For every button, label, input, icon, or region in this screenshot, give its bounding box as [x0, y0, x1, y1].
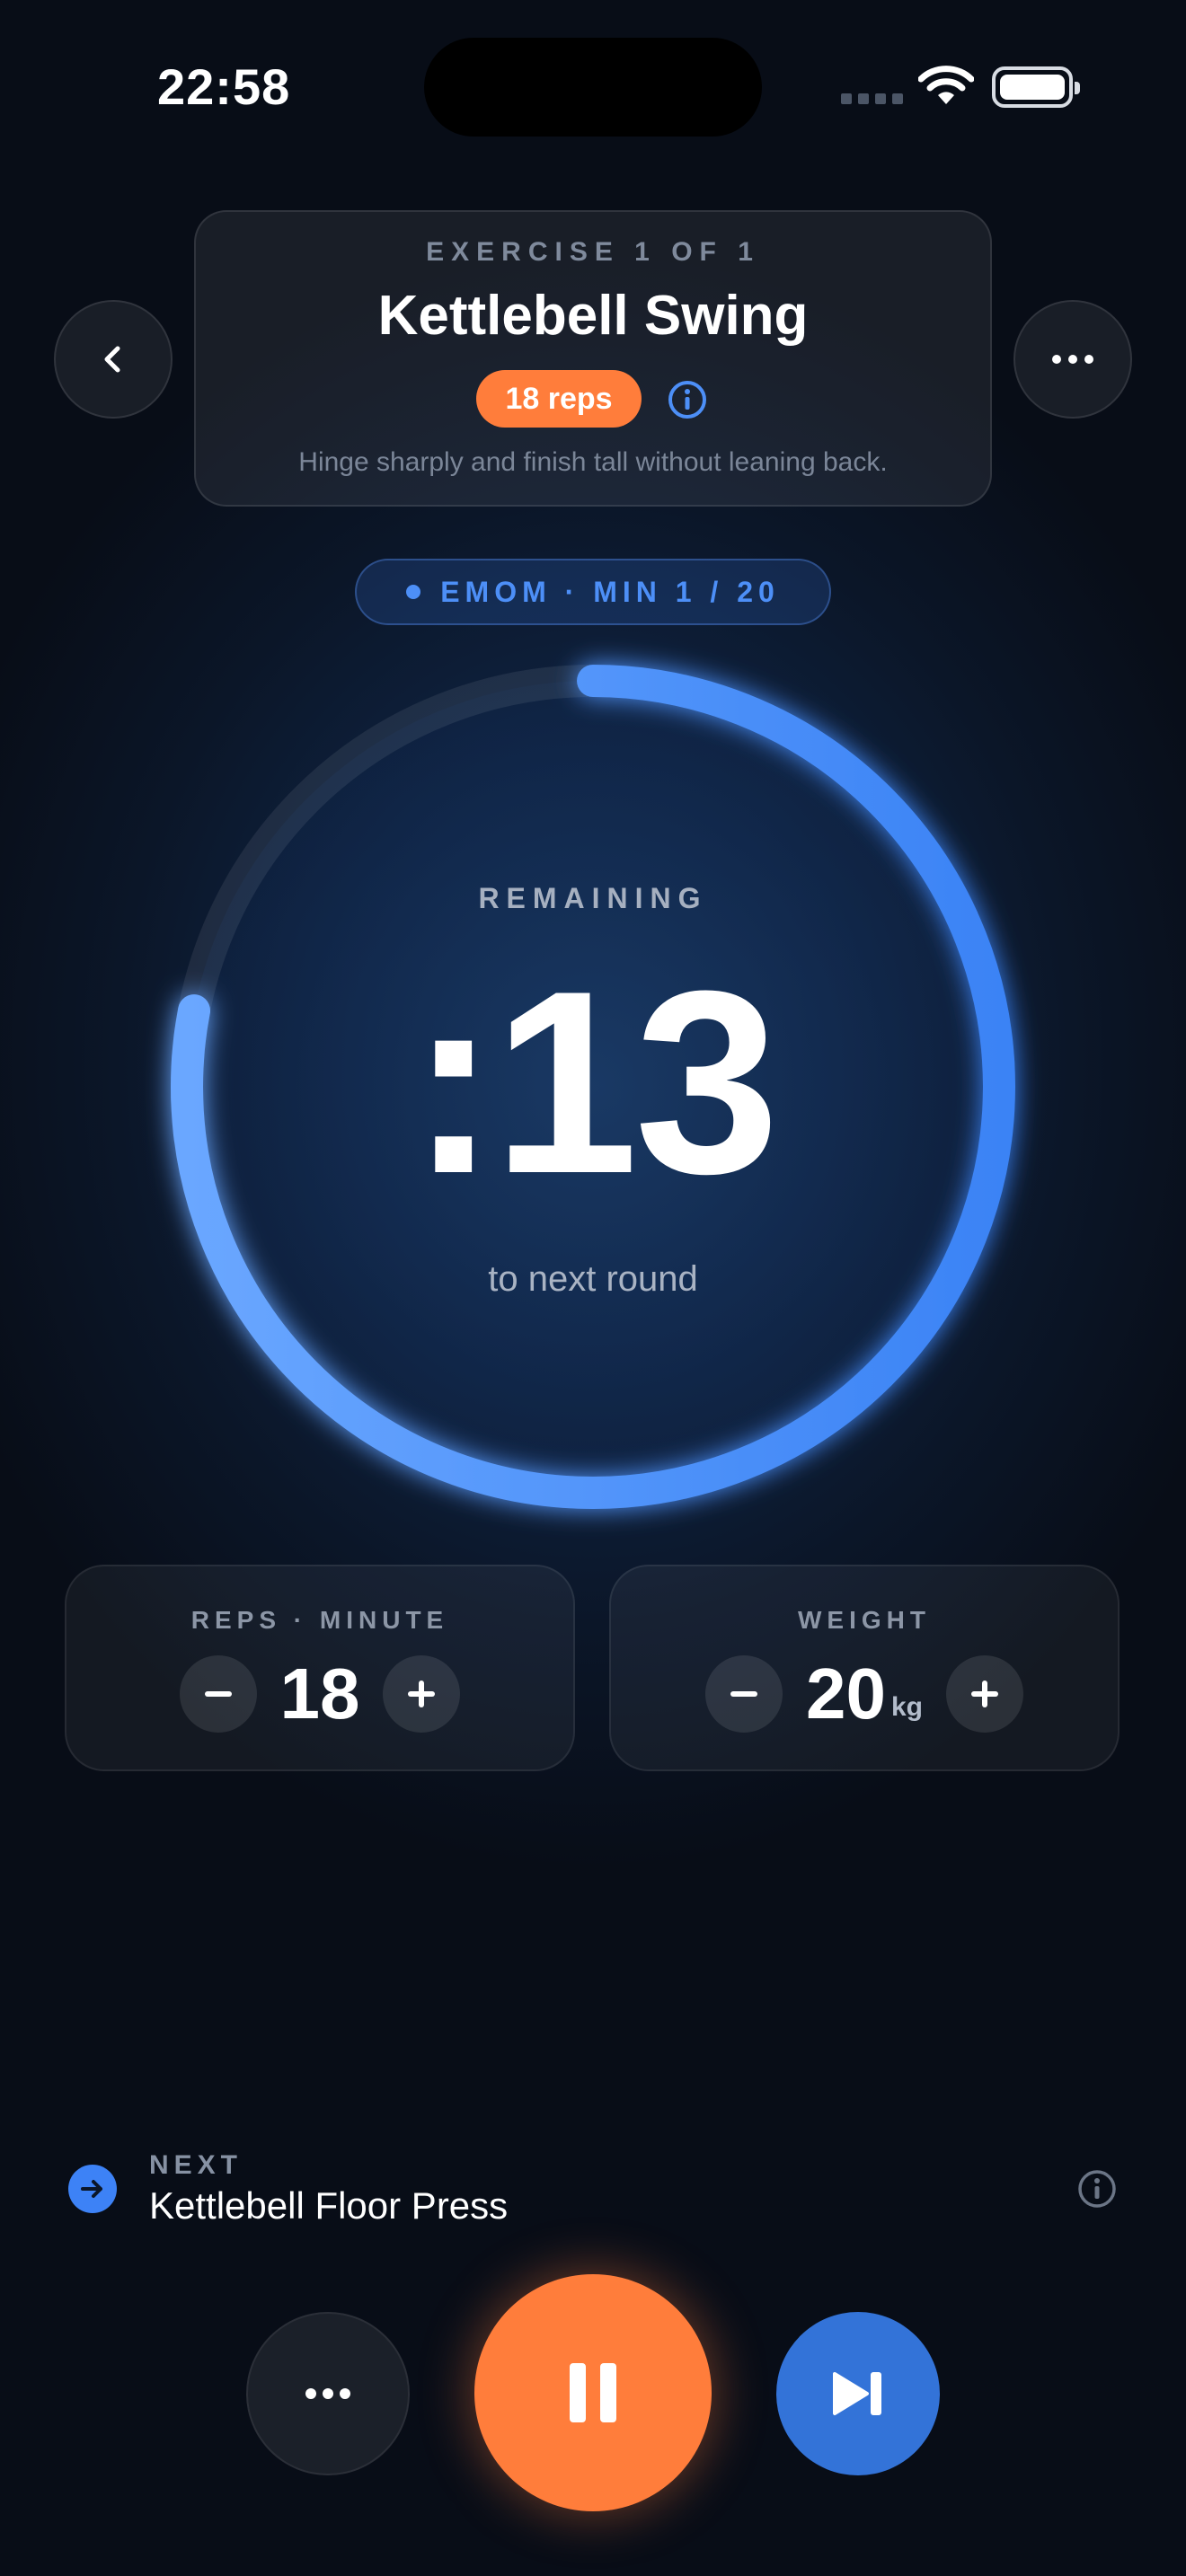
- status-dot: [406, 585, 421, 599]
- pause-button[interactable]: [474, 2274, 712, 2511]
- timer-value: :13: [410, 937, 779, 1228]
- weight-unit: kg: [890, 1692, 923, 1722]
- timer-label: REMAINING: [478, 882, 708, 914]
- plus-icon: [408, 1681, 436, 1707]
- weight-increment-button[interactable]: [946, 1655, 1023, 1733]
- skip-button[interactable]: [776, 2312, 940, 2475]
- wifi-icon: [917, 65, 975, 110]
- timer-subtitle: to next round: [488, 1259, 698, 1299]
- reps-stepper: REPS · MINUTE 18: [65, 1565, 575, 1771]
- weight-value: 20: [806, 1654, 886, 1734]
- info-icon: [668, 381, 706, 419]
- ellipsis-icon: [305, 2388, 350, 2399]
- status-time: 22:58: [157, 58, 291, 115]
- minus-icon: [730, 1691, 757, 1697]
- next-label: NEXT: [149, 2150, 243, 2180]
- skip-forward-icon: [833, 2372, 881, 2415]
- plus-icon: [971, 1681, 998, 1707]
- minus-icon: [204, 1691, 232, 1697]
- reps-badge: 18 reps: [476, 370, 642, 428]
- reps-increment-button[interactable]: [383, 1655, 461, 1733]
- battery-icon: [992, 66, 1080, 108]
- weight-decrement-button[interactable]: [705, 1655, 783, 1733]
- next-exercise-name: Kettlebell Floor Press: [149, 2184, 509, 2227]
- reps-value: 18: [279, 1654, 360, 1734]
- reps-stepper-label: REPS · MINUTE: [190, 1606, 449, 1634]
- arrow-right-icon: [68, 2165, 117, 2213]
- ellipsis-icon: [1052, 355, 1093, 364]
- emom-indicator: EMOM · MIN 1 / 20: [355, 559, 831, 625]
- exercise-count: EXERCISE 1 OF 1: [426, 237, 760, 267]
- exercise-info-button[interactable]: [667, 379, 708, 425]
- next-info-button[interactable]: [1076, 2168, 1118, 2214]
- weight-stepper: WEIGHT 20 kg: [609, 1565, 1120, 1771]
- reps-decrement-button[interactable]: [179, 1655, 257, 1733]
- cellular-signal-icon: [841, 93, 903, 104]
- pause-icon: [570, 2363, 616, 2422]
- exercise-cue: Hinge sharply and finish tall without le…: [298, 447, 888, 477]
- info-icon: [1078, 2170, 1116, 2208]
- dynamic-island: [424, 38, 762, 137]
- emom-label: EMOM · MIN 1 / 20: [440, 575, 780, 608]
- options-button[interactable]: [246, 2312, 410, 2475]
- weight-stepper-label: WEIGHT: [798, 1606, 931, 1634]
- exercise-name: Kettlebell Swing: [377, 285, 809, 347]
